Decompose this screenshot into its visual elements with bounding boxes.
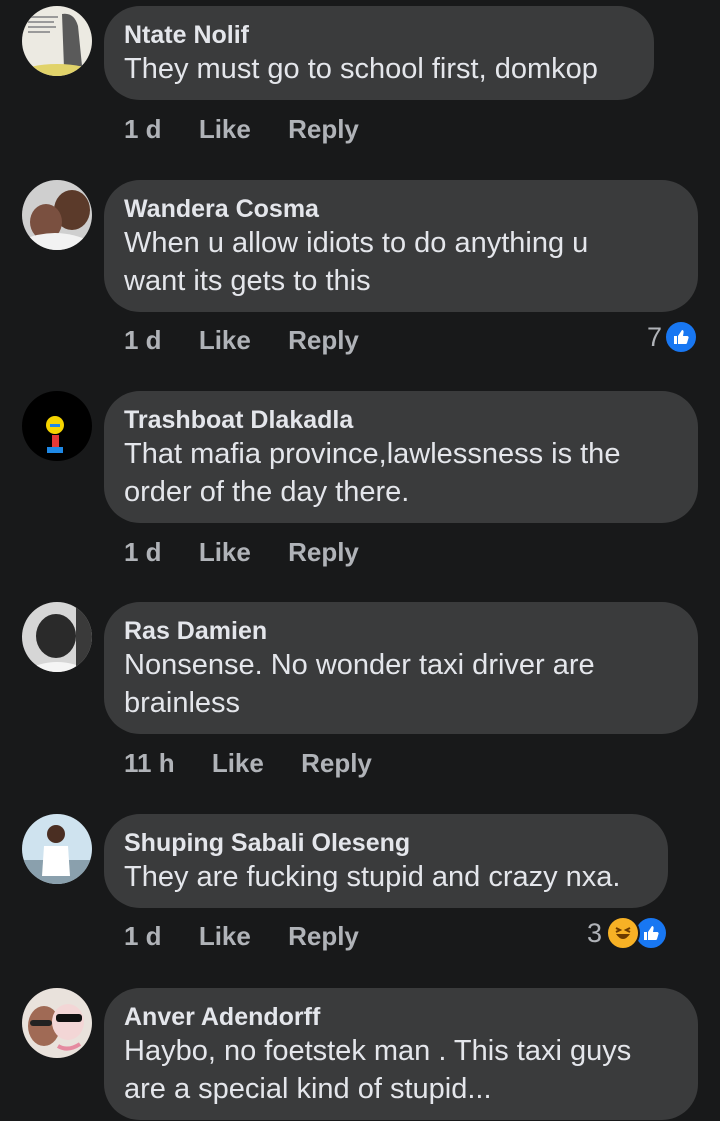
comment-bubble: Trashboat Dlakadla That mafia province,l… [104,391,698,523]
avatar-image [22,814,92,884]
comment-text-line: When u allow idiots to do anything u [124,227,589,259]
reply-button[interactable]: Reply [288,325,359,355]
comment-text-line: brainless [124,687,241,719]
comment-text-line: order of the day there. [124,476,410,508]
reaction-count: 7 [646,321,662,352]
comment-text: They are fucking stupid and crazy nxa. [124,861,621,893]
like-button[interactable]: Like [199,114,251,144]
comment-text: Nonsense. No wonder taxi driver are brai… [124,646,678,722]
like-button[interactable]: Like [199,325,251,355]
comment-time[interactable]: 1 d [124,537,162,567]
like-reaction-icon [664,320,698,354]
comment-bubble: Ras Damien Nonsense. No wonder taxi driv… [104,602,698,734]
avatar[interactable] [22,391,92,461]
comment-text-line: Nonsense. No wonder taxi driver are [124,649,595,681]
like-button[interactable]: Like [199,921,251,951]
comment-actions: 1 d Like Reply [124,325,389,355]
comment-time[interactable]: 1 d [124,921,162,951]
reaction-count: 3 [586,917,602,948]
comment-time[interactable]: 1 d [124,325,162,355]
comment-actions: 1 d Like Reply [124,921,389,951]
reply-button[interactable]: Reply [288,537,359,567]
comment-author[interactable]: Shuping Sabali Oleseng [124,828,648,858]
comment-bubble: Wandera Cosma When u allow idiots to do … [104,180,698,312]
reply-button[interactable]: Reply [301,748,372,778]
comment-text: Haybo, no foetstek man . This taxi guys … [124,1032,678,1108]
comment-bubble: Ntate Nolif They must go to school first… [104,6,654,100]
like-button[interactable]: Like [199,537,251,567]
reply-button[interactable]: Reply [288,114,359,144]
comment-text-line: That mafia province,lawlessness is the [124,438,621,470]
comment-author[interactable]: Ntate Nolif [124,20,634,50]
avatar[interactable] [22,814,92,884]
avatar[interactable] [22,988,92,1058]
avatar-image [22,180,92,250]
comment-author[interactable]: Ras Damien [124,616,678,646]
avatar[interactable] [22,6,92,76]
comment-text: They must go to school first, domkop [124,53,598,85]
comment-bubble: Anver Adendorff Haybo, no foetstek man .… [104,988,698,1120]
comment-text: When u allow idiots to do anything u wan… [124,224,678,300]
comment-time[interactable]: 1 d [124,114,162,144]
reaction-summary[interactable]: 7 [647,320,698,354]
like-button[interactable]: Like [212,748,264,778]
avatar-image [22,602,92,672]
reply-button[interactable]: Reply [288,921,359,951]
comment-text-line: want its gets to this [124,265,371,297]
avatar[interactable] [22,602,92,672]
comment-bubble: Shuping Sabali Oleseng They are fucking … [104,814,668,908]
comment-text-line: are a special kind of stupid... [124,1073,492,1105]
avatar[interactable] [22,180,92,250]
avatar-image [22,391,92,461]
comment-actions: 11 h Like Reply [124,748,402,778]
haha-reaction-icon [606,916,640,950]
comment-text: That mafia province,lawlessness is the o… [124,435,678,511]
comment-author[interactable]: Anver Adendorff [124,1002,678,1032]
reaction-summary[interactable]: 3 [587,916,668,950]
avatar-image [22,988,92,1058]
comment-text-line: Haybo, no foetstek man . This taxi guys [124,1035,632,1067]
avatar-image [22,6,92,76]
comment-author[interactable]: Wandera Cosma [124,194,678,224]
comment-time[interactable]: 11 h [124,748,175,778]
comment-actions: 1 d Like Reply [124,114,389,144]
comment-actions: 1 d Like Reply [124,537,389,567]
comment-author[interactable]: Trashboat Dlakadla [124,405,678,435]
